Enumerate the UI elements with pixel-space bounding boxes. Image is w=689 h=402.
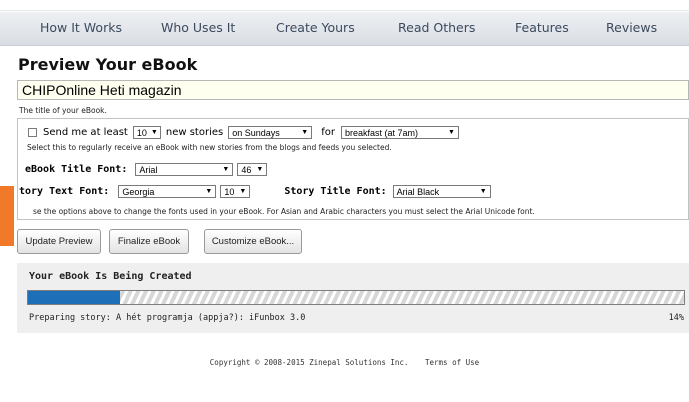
footer: Copyright © 2008-2015 Zinepal Solutions … — [0, 358, 689, 367]
story-font-row: tory Text Font: Georgia ▼ 10 ▼ Story Title… — [19, 185, 491, 198]
terms-of-use-link[interactable]: Terms of Use — [425, 358, 479, 367]
copyright-text: Copyright © 2008-2015 Zinepal Solutions … — [209, 358, 409, 367]
ebook-title-input[interactable] — [17, 80, 689, 100]
nav-who-uses-it[interactable]: Who Uses It — [161, 20, 235, 35]
update-preview-button[interactable]: Update Preview — [17, 229, 101, 254]
nav-how-it-works[interactable]: How It Works — [40, 20, 122, 35]
time-select[interactable]: breakfast (at 7am) ▼ — [340, 126, 459, 139]
options-panel: Send me at least 10 ▼ new stories on Sund… — [17, 118, 689, 220]
story-text-font-size-value: 10 — [224, 186, 235, 197]
orange-edge-marker — [0, 186, 14, 246]
day-select[interactable]: on Sundays ▼ — [228, 126, 313, 139]
story-text-font-label: tory Text Font: — [19, 186, 110, 197]
title-font-row: eBook Title Font: Arial ▼ 46 ▼ — [25, 163, 268, 176]
title-font-size-value: 46 — [241, 164, 252, 175]
new-stories-label: new stories — [165, 127, 224, 138]
for-label: for — [321, 127, 335, 138]
page-title: Preview Your eBook — [18, 55, 198, 74]
progress-fill — [28, 291, 120, 304]
send-me-checkbox[interactable] — [28, 128, 37, 137]
story-text-font-size-select[interactable]: 10 ▼ — [220, 185, 251, 198]
progress-percent: 14% — [668, 313, 684, 323]
story-text-font-value: Georgia — [122, 186, 155, 197]
fonts-hint: se the options above to change the fonts… — [33, 207, 535, 216]
schedule-row: Send me at least 10 ▼ new stories on Sund… — [28, 126, 459, 139]
customize-ebook-button[interactable]: Customize eBook... — [204, 229, 302, 254]
finalize-ebook-button[interactable]: Finalize eBook — [109, 229, 189, 254]
story-title-font-value: Arial Black — [396, 186, 440, 197]
title-font-value: Arial — [139, 164, 158, 175]
send-hint: Select this to regularly receive an eBoo… — [27, 143, 392, 152]
dropdown-arrow-icon: ▼ — [150, 129, 158, 136]
dropdown-arrow-icon: ▼ — [448, 129, 455, 136]
creation-title: Your eBook Is Being Created — [29, 271, 192, 282]
send-count-value: 10 — [136, 127, 147, 138]
dropdown-arrow-icon: ▼ — [256, 166, 264, 173]
dropdown-arrow-icon: ▼ — [301, 129, 309, 136]
nav-reviews[interactable]: Reviews — [606, 20, 657, 35]
title-font-label: eBook Title Font: — [25, 164, 128, 175]
story-title-font-label: Story Title Font: — [284, 186, 387, 197]
creation-panel: Your eBook Is Being Created Preparing st… — [17, 263, 689, 333]
progress-bar — [27, 290, 685, 305]
ebook-title-hint: The title of your eBook. — [19, 106, 107, 115]
send-me-label: Send me at least — [43, 127, 128, 138]
story-title-font-select[interactable]: Arial Black ▼ — [392, 185, 491, 198]
send-count-select[interactable]: 10 ▼ — [132, 126, 161, 139]
title-font-select[interactable]: Arial ▼ — [135, 163, 234, 176]
dropdown-arrow-icon: ▼ — [205, 188, 213, 195]
story-text-font-select[interactable]: Georgia ▼ — [118, 185, 217, 198]
time-value: breakfast (at 7am) — [344, 127, 418, 138]
main-nav: How It Works Who Uses It Create Yours Re… — [0, 12, 689, 46]
dropdown-arrow-icon: ▼ — [479, 188, 487, 195]
nav-features[interactable]: Features — [515, 20, 569, 35]
progress-status: Preparing story: A hét programja (appja?… — [29, 313, 306, 323]
dropdown-arrow-icon: ▼ — [239, 188, 247, 195]
nav-create-yours[interactable]: Create Yours — [276, 20, 355, 35]
dropdown-arrow-icon: ▼ — [222, 166, 230, 173]
nav-read-others[interactable]: Read Others — [398, 20, 475, 35]
day-value: on Sundays — [232, 127, 280, 138]
title-font-size-select[interactable]: 46 ▼ — [237, 163, 268, 176]
top-strip — [0, 0, 689, 11]
